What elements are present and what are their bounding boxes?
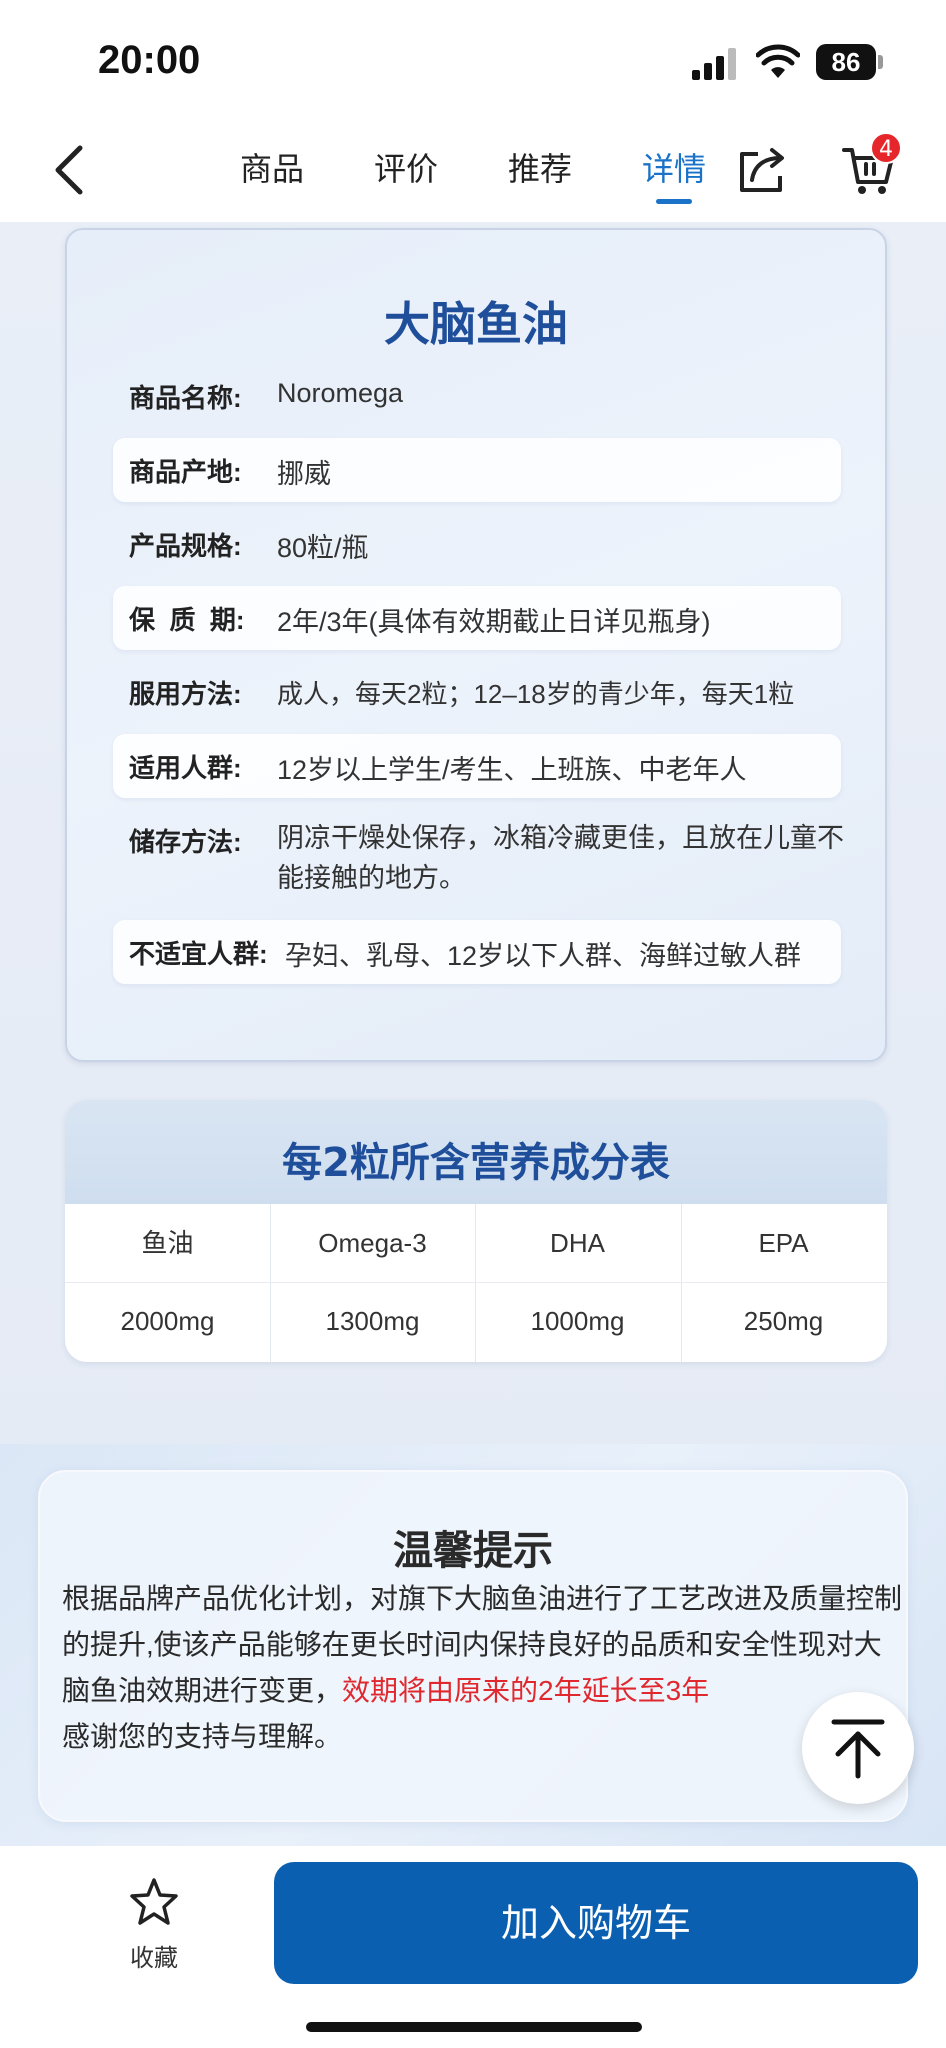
- info-label: 保 质 期:: [129, 605, 245, 635]
- tab-reviews[interactable]: 评价: [374, 144, 438, 190]
- cart-count-badge: 4: [870, 132, 902, 164]
- nutrition-table: 每2粒所含营养成分表 鱼油 Omega-3 DHA EPA 2000mg 130…: [65, 1100, 887, 1362]
- status-bar: 20:00 86: [0, 0, 946, 120]
- product-info-card: 大脑鱼油 商品名称: Noromega 商品产地: 挪威 产品规格: 80粒/瓶…: [65, 228, 887, 1062]
- info-label: 适用人群:: [129, 753, 242, 783]
- info-row-shelf-life: 保 质 期: 2年/3年(具体有效期截止日详见瓶身): [113, 586, 841, 650]
- table-header-cell: Omega-3: [318, 1228, 427, 1258]
- notice-text: 根据品牌产品优化计划，对旗下大脑鱼油进行了工艺改进及质量控制的提升,使该产品能够…: [62, 1576, 902, 1760]
- nutrition-table-header: 每2粒所含营养成分表: [65, 1100, 887, 1204]
- add-to-cart-button[interactable]: 加入购物车: [274, 1862, 918, 1984]
- nutrition-table-title: 每2粒所含营养成分表: [282, 1140, 670, 1186]
- notice-title: 温馨提示: [393, 1528, 553, 1574]
- info-row-usage: 服用方法: 成人，每天2粒；12–18岁的青少年，每天1粒: [113, 660, 841, 724]
- info-row-name: 商品名称: Noromega: [113, 364, 841, 428]
- info-row-storage: 储存方法: 阴凉干燥处保存，冰箱冷藏更佳，且放在儿童不能接触的地方。: [113, 808, 844, 904]
- info-label: 不适宜人群:: [129, 939, 268, 969]
- battery-tip: [878, 55, 883, 69]
- info-label: 商品产地:: [129, 457, 242, 487]
- table-value-cell: 2000mg: [120, 1306, 215, 1336]
- info-value: 80粒/瓶: [277, 533, 369, 563]
- active-tab-indicator: [656, 199, 692, 204]
- table-value-cell: 250mg: [743, 1306, 824, 1336]
- info-value: 2年/3年(具体有效期截止日详见瓶身): [277, 607, 711, 637]
- info-row-not-suitable: 不适宜人群: 孕妇、乳母、12岁以下人群、海鲜过敏人群: [113, 920, 841, 984]
- notice-text-end: 感谢您的支持与理解。: [62, 1721, 343, 1752]
- notice-card: 温馨提示 根据品牌产品优化计划，对旗下大脑鱼油进行了工艺改进及质量控制的提升,使…: [38, 1470, 908, 1822]
- info-label: 商品名称:: [129, 383, 242, 413]
- battery-indicator: 86: [816, 44, 876, 80]
- info-value: 挪威: [277, 459, 331, 489]
- home-indicator: [306, 2022, 642, 2032]
- table-header-cell: DHA: [550, 1228, 605, 1258]
- table-value-cell: 1300mg: [325, 1306, 420, 1336]
- info-label: 服用方法:: [129, 679, 242, 709]
- cellular-signal-icon: [692, 48, 736, 80]
- arrow-up-icon: [831, 1719, 885, 1779]
- favorite-label: 收藏: [130, 1944, 178, 1972]
- favorite-button[interactable]: 收藏: [104, 1876, 204, 1986]
- table-header-cell: EPA: [758, 1228, 809, 1258]
- notice-section: 温馨提示 根据品牌产品优化计划，对旗下大脑鱼油进行了工艺改进及质量控制的提升,使…: [0, 1444, 946, 1846]
- scroll-to-top-button[interactable]: [802, 1692, 914, 1804]
- wifi-icon: [756, 44, 800, 78]
- share-icon[interactable]: [736, 142, 788, 196]
- info-value: 阴凉干燥处保存，冰箱冷藏更佳，且放在儿童不能接触的地方。: [277, 823, 844, 893]
- back-arrow-icon[interactable]: [50, 142, 90, 198]
- info-row-audience: 适用人群: 12岁以上学生/考生、上班族、中老年人: [113, 734, 841, 798]
- info-label: 产品规格:: [129, 531, 242, 561]
- info-value: 成人，每天2粒；12–18岁的青少年，每天1粒: [277, 679, 795, 709]
- notice-text-highlight: 效期将由原来的2年延长至3年: [342, 1675, 710, 1706]
- info-value: Noromega: [277, 378, 404, 408]
- table-header-cell: 鱼油: [141, 1228, 194, 1258]
- status-time: 20:00: [98, 38, 201, 82]
- info-row-origin: 商品产地: 挪威: [113, 438, 841, 502]
- star-icon: [130, 1878, 178, 1925]
- top-nav-bar: 商品 评价 推荐 详情 4: [0, 120, 946, 222]
- tab-details[interactable]: 详情: [642, 144, 706, 190]
- tab-product[interactable]: 商品: [240, 144, 304, 190]
- tab-recommend[interactable]: 推荐: [508, 144, 572, 190]
- info-value: 孕妇、乳母、12岁以下人群、海鲜过敏人群: [285, 941, 802, 971]
- bottom-action-bar: 收藏 加入购物车: [0, 1846, 946, 2048]
- table-value-cell: 1000mg: [530, 1306, 625, 1336]
- details-content: 大脑鱼油 商品名称: Noromega 商品产地: 挪威 产品规格: 80粒/瓶…: [0, 222, 946, 1846]
- product-info-title: 大脑鱼油: [384, 297, 568, 351]
- info-value: 12岁以上学生/考生、上班族、中老年人: [277, 755, 747, 785]
- info-label: 储存方法:: [129, 827, 242, 857]
- info-row-spec: 产品规格: 80粒/瓶: [113, 512, 841, 576]
